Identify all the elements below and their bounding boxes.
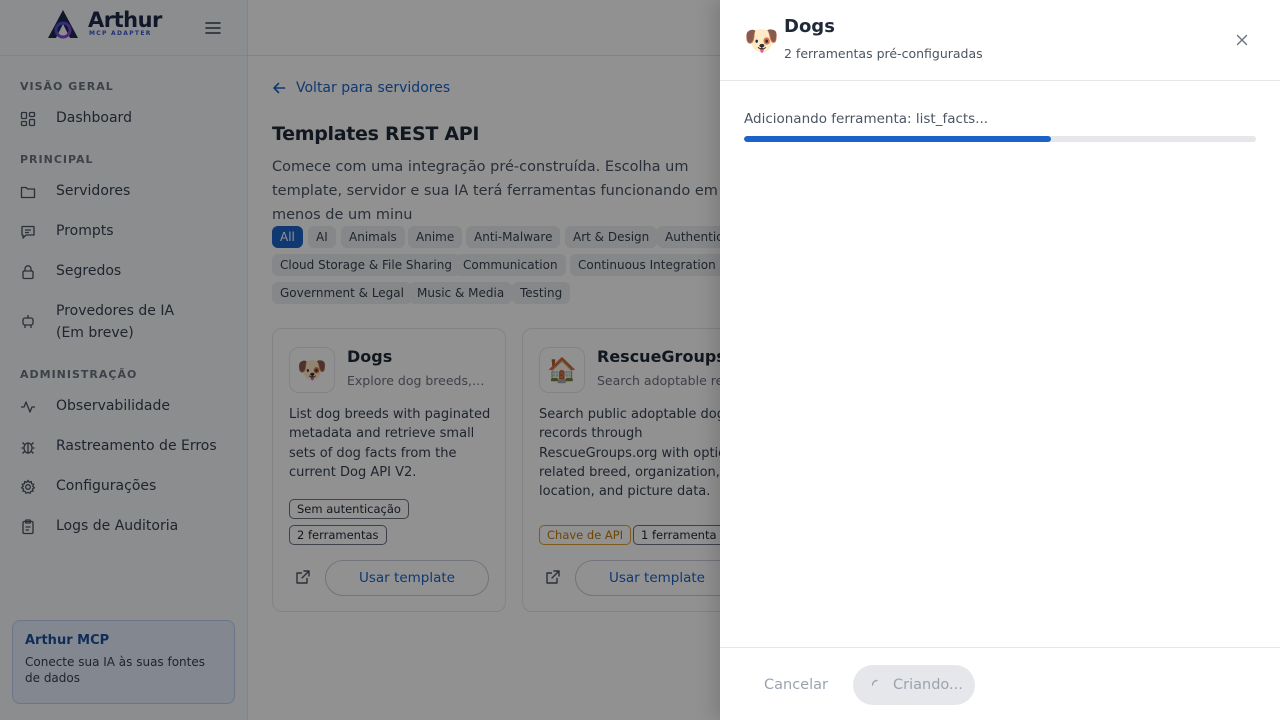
modal-backdrop[interactable]	[0, 0, 720, 720]
progress-status-text: Adicionando ferramenta: list_facts...	[744, 111, 989, 127]
template-drawer: 🐶 Dogs 2 ferramentas pré-configuradas Ad…	[720, 0, 1280, 720]
close-icon[interactable]	[1234, 32, 1250, 48]
create-button[interactable]: Criando...	[853, 665, 975, 705]
create-button-label: Criando...	[893, 677, 963, 693]
cancel-button[interactable]: Cancelar	[744, 665, 844, 705]
progress-bar	[744, 136, 1256, 142]
spinner-icon	[871, 679, 878, 686]
drawer-footer: Cancelar Criando...	[720, 647, 1280, 720]
drawer-header: 🐶 Dogs 2 ferramentas pré-configuradas	[720, 0, 1280, 81]
drawer-title: Dogs	[784, 16, 835, 37]
dog-icon: 🐶	[744, 24, 779, 57]
progress-bar-fill	[744, 136, 1052, 142]
drawer-subtitle: 2 ferramentas pré-configuradas	[784, 46, 983, 61]
